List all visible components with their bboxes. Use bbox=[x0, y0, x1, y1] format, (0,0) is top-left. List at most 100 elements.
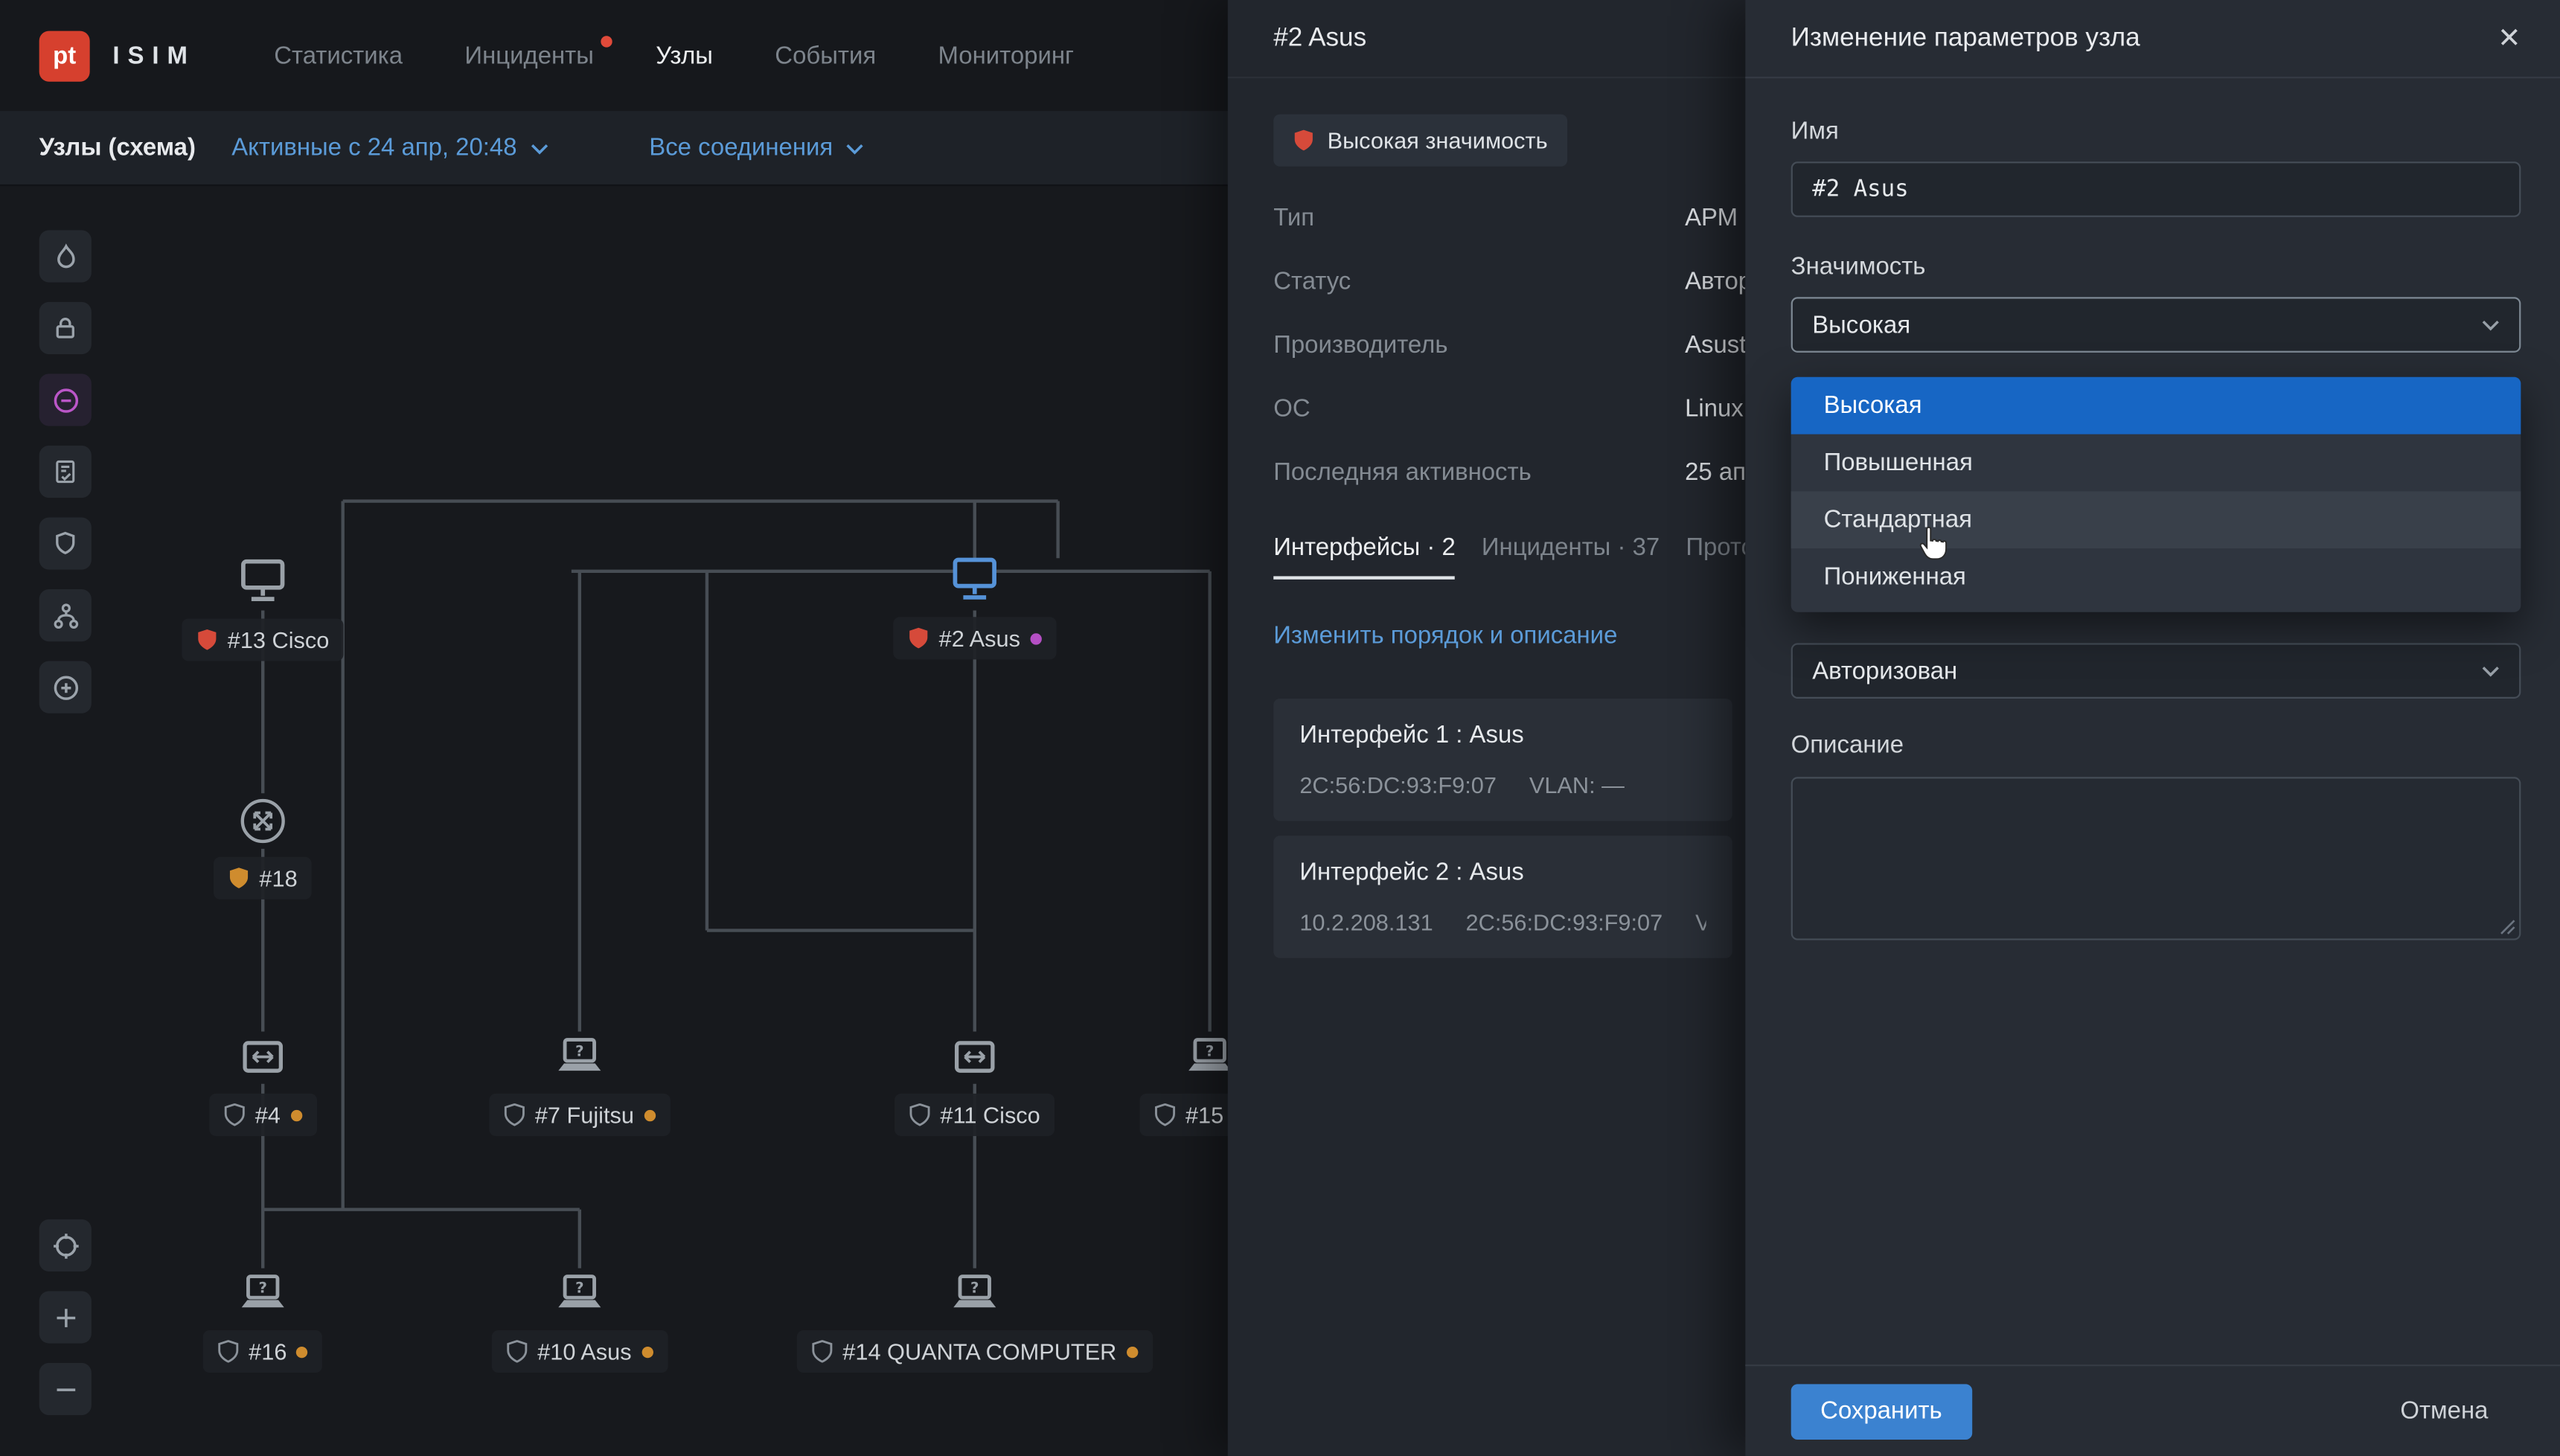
node-bridge-icon[interactable] bbox=[947, 1030, 1002, 1085]
importance-select-value: Высокая bbox=[1812, 311, 1910, 339]
tool-doc-check-button[interactable] bbox=[39, 446, 92, 498]
nav-item-incidents[interactable]: Инциденты bbox=[464, 42, 593, 69]
status-dot-icon bbox=[290, 1109, 301, 1120]
nav-item-nodes[interactable]: Узлы bbox=[656, 42, 713, 69]
node-label[interactable]: #14 QUANTA COMPUTER bbox=[797, 1330, 1153, 1373]
nav-item-events[interactable]: События bbox=[775, 42, 876, 69]
tab[interactable]: Протоколы bbox=[1686, 533, 1745, 579]
tool-crosshair-button[interactable] bbox=[39, 1219, 92, 1271]
status-dot-icon bbox=[297, 1346, 308, 1357]
node-bridge-icon[interactable] bbox=[235, 1030, 291, 1085]
meta-item: VLAN: — bbox=[1695, 909, 1706, 935]
importance-select[interactable]: Высокая bbox=[1791, 297, 2521, 353]
node-switch-icon[interactable] bbox=[235, 793, 291, 849]
close-icon[interactable]: ✕ bbox=[2497, 25, 2521, 52]
property-row: Последняя активность25 апр bbox=[1228, 440, 1745, 504]
svg-text:?: ? bbox=[1206, 1042, 1214, 1059]
node-label[interactable]: #10 Asus bbox=[492, 1330, 668, 1373]
property-row: ПроизводительAsustek bbox=[1228, 313, 1745, 377]
node-label[interactable]: #7 Fujitsu bbox=[489, 1094, 670, 1136]
shield-icon bbox=[908, 626, 929, 650]
interface-card[interactable]: Интерфейс 1 : Asus2C:56:DC:93:F9:07VLAN:… bbox=[1273, 699, 1732, 821]
nav-item-statistics[interactable]: Статистика bbox=[274, 42, 403, 69]
node-label[interactable]: #2 Asus bbox=[893, 617, 1056, 659]
importance-label: Значимость bbox=[1791, 253, 2521, 280]
dropdown-option[interactable]: Пониженная bbox=[1791, 548, 2521, 606]
node-laptop-icon[interactable]: ? bbox=[235, 1266, 291, 1322]
tool-flame-button[interactable] bbox=[39, 230, 92, 282]
shield-icon bbox=[52, 530, 78, 557]
app: #13 Cisco #2 Asus #18 #4? #7 Fujitsu #11 Cisc… bbox=[0, 0, 2560, 1456]
node-name: #14 QUANTA COMPUTER bbox=[842, 1338, 1116, 1364]
details-title: #2 Asus bbox=[1228, 0, 1745, 78]
description-textarea[interactable] bbox=[1791, 777, 2521, 940]
modal-title: Изменение параметров узла bbox=[1791, 24, 2140, 53]
tool-shield-button[interactable] bbox=[39, 517, 92, 569]
meta-item: 2C:56:DC:93:F9:07 bbox=[1299, 772, 1497, 798]
property-value: Авторизован bbox=[1685, 268, 1745, 295]
node-label[interactable]: #4 bbox=[209, 1094, 316, 1136]
details-tabs: Интерфейсы · 2 Инциденты · 37 Протоколы bbox=[1228, 533, 1745, 579]
description-field-wrap bbox=[1791, 777, 2521, 940]
node-details-panel: #2 Asus Высокая значимость ТипАРМСтатусА… bbox=[1228, 0, 1745, 1456]
shield-icon bbox=[224, 1103, 246, 1126]
tab[interactable]: Интерфейсы · 2 bbox=[1273, 533, 1456, 579]
node-monitor-icon[interactable] bbox=[947, 554, 1002, 609]
node-label[interactable]: #16 bbox=[203, 1330, 323, 1373]
tool-lock-button[interactable] bbox=[39, 302, 92, 354]
node-name: #16 bbox=[249, 1338, 287, 1364]
svg-text:?: ? bbox=[258, 1280, 266, 1297]
edit-order-link[interactable]: Изменить порядок и описание bbox=[1273, 622, 1745, 650]
property-row: СтатусАвторизован bbox=[1228, 250, 1745, 314]
zoom-toolbar bbox=[39, 1219, 92, 1415]
filter-active-since[interactable]: Активные с 24 апр, 20:48 bbox=[231, 134, 548, 161]
tool-minus-button[interactable] bbox=[39, 1363, 92, 1415]
node-label[interactable]: #11 Cisco bbox=[895, 1094, 1055, 1136]
brand-isim: ISIM bbox=[112, 42, 196, 69]
status-select[interactable]: Авторизован bbox=[1791, 643, 2521, 699]
filter-connections[interactable]: Все соединения bbox=[649, 134, 864, 161]
dropdown-option[interactable]: Высокая bbox=[1791, 377, 2521, 434]
nav-item-monitoring[interactable]: Мониторинг bbox=[938, 42, 1075, 69]
tab[interactable]: Инциденты · 37 bbox=[1482, 533, 1660, 579]
tool-plus-circle-button[interactable] bbox=[39, 661, 92, 713]
cancel-button[interactable]: Отмена bbox=[2400, 1397, 2488, 1425]
property-row: ТипАРМ bbox=[1228, 186, 1745, 250]
edit-node-modal: Изменение параметров узла ✕ Имя #2 Asus … bbox=[1745, 0, 2560, 1456]
svg-text:?: ? bbox=[575, 1280, 583, 1297]
chevron-down-icon bbox=[2482, 319, 2500, 330]
name-input[interactable]: #2 Asus bbox=[1791, 161, 2521, 217]
chevron-down-icon bbox=[530, 144, 548, 155]
tool-minus-circle-button[interactable] bbox=[39, 373, 92, 426]
resize-grip-icon[interactable] bbox=[2500, 919, 2516, 935]
modal-footer: Сохранить Отмена bbox=[1745, 1364, 2560, 1456]
property-value: Linux bbox=[1685, 395, 1744, 423]
flame-icon bbox=[51, 243, 79, 270]
node-name: #4 bbox=[255, 1102, 281, 1128]
save-button[interactable]: Сохранить bbox=[1791, 1383, 1972, 1439]
node-name: #7 Fujitsu bbox=[535, 1102, 634, 1128]
tool-hierarchy-button[interactable] bbox=[39, 589, 92, 641]
name-input-value: #2 Asus bbox=[1812, 176, 1908, 202]
shield-icon bbox=[1293, 129, 1315, 152]
node-monitor-icon[interactable] bbox=[235, 555, 291, 611]
node-label[interactable]: #13 Cisco bbox=[182, 618, 344, 661]
tool-plus-button[interactable] bbox=[39, 1291, 92, 1343]
node-laptop-icon[interactable]: ? bbox=[552, 1030, 608, 1085]
properties-list: ТипАРМСтатусАвторизованПроизводительAsus… bbox=[1228, 186, 1745, 504]
hierarchy-icon bbox=[51, 601, 79, 629]
cursor-pointer-icon bbox=[1913, 525, 1949, 573]
plus-circle-icon bbox=[51, 673, 79, 701]
svg-text:?: ? bbox=[575, 1042, 583, 1059]
interface-card[interactable]: Интерфейс 2 : Asus10.2.208.1312C:56:DC:9… bbox=[1273, 836, 1732, 958]
shield-icon bbox=[217, 1340, 239, 1363]
node-label[interactable]: #18 bbox=[214, 857, 312, 899]
pt-logo[interactable]: pt bbox=[39, 31, 90, 81]
meta-item: 10.2.208.131 bbox=[1299, 909, 1433, 935]
dropdown-option[interactable]: Стандартная bbox=[1791, 491, 2521, 548]
node-laptop-icon[interactable]: ? bbox=[552, 1266, 608, 1322]
dropdown-option[interactable]: Повышенная bbox=[1791, 434, 2521, 492]
svg-text:?: ? bbox=[970, 1280, 979, 1297]
interfaces-list: Интерфейс 1 : Asus2C:56:DC:93:F9:07VLAN:… bbox=[1228, 699, 1745, 958]
node-laptop-icon[interactable]: ? bbox=[947, 1266, 1002, 1322]
